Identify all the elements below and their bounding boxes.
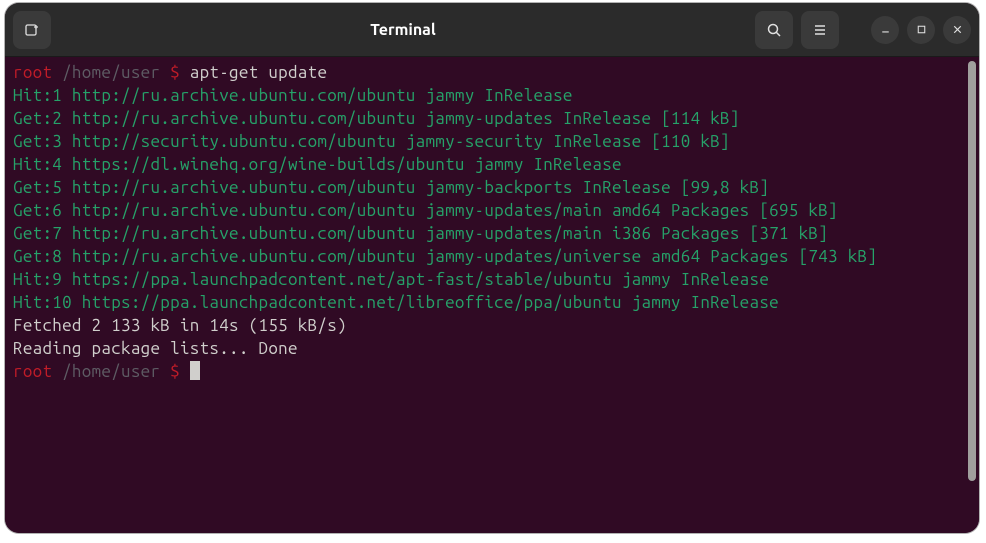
output-line: Hit:1 http://ru.archive.ubuntu.com/ubunt… (13, 84, 971, 107)
titlebar-left (13, 11, 51, 49)
prompt-path: /home/user (52, 362, 170, 381)
prompt-path: /home/user (52, 63, 170, 82)
scrollbar[interactable] (968, 61, 976, 481)
output-line: Get:8 http://ru.archive.ubuntu.com/ubunt… (13, 245, 971, 268)
titlebar: Terminal (5, 3, 979, 57)
minimize-button[interactable] (871, 16, 899, 44)
minimize-icon (879, 23, 892, 36)
window-title: Terminal (51, 21, 755, 39)
output-line: Get:3 http://security.ubuntu.com/ubuntu … (13, 130, 971, 153)
terminal-body[interactable]: root /home/user $ apt-get update Hit:1 h… (5, 57, 979, 533)
prompt-line-2: root /home/user $ (13, 360, 971, 383)
output-line: Get:7 http://ru.archive.ubuntu.com/ubunt… (13, 222, 971, 245)
close-icon (951, 23, 964, 36)
prompt-user: root (13, 362, 52, 381)
titlebar-right (755, 11, 971, 49)
close-button[interactable] (943, 16, 971, 44)
prompt-symbol: $ (170, 362, 180, 381)
prompt-user: root (13, 63, 52, 82)
search-button[interactable] (755, 11, 793, 49)
output-line: Get:6 http://ru.archive.ubuntu.com/ubunt… (13, 199, 971, 222)
search-icon (766, 22, 782, 38)
cursor (190, 361, 200, 380)
prompt-line: root /home/user $ apt-get update (13, 61, 971, 84)
hamburger-icon (812, 22, 828, 38)
output-line: Get:2 http://ru.archive.ubuntu.com/ubunt… (13, 107, 971, 130)
output-line: Hit:10 https://ppa.launchpadcontent.net/… (13, 291, 971, 314)
output-line: Hit:9 https://ppa.launchpadcontent.net/a… (13, 268, 971, 291)
menu-button[interactable] (801, 11, 839, 49)
prompt-symbol: $ (170, 63, 180, 82)
new-tab-button[interactable] (13, 11, 51, 49)
summary-line: Reading package lists... Done (13, 337, 971, 360)
maximize-icon (915, 23, 928, 36)
maximize-button[interactable] (907, 16, 935, 44)
new-tab-icon (24, 22, 40, 38)
command-text: apt-get update (190, 63, 327, 82)
output-line: Get:5 http://ru.archive.ubuntu.com/ubunt… (13, 176, 971, 199)
terminal-window: Terminal (5, 3, 979, 533)
output-line: Hit:4 https://dl.winehq.org/wine-builds/… (13, 153, 971, 176)
summary-line: Fetched 2 133 kB in 14s (155 kB/s) (13, 314, 971, 337)
